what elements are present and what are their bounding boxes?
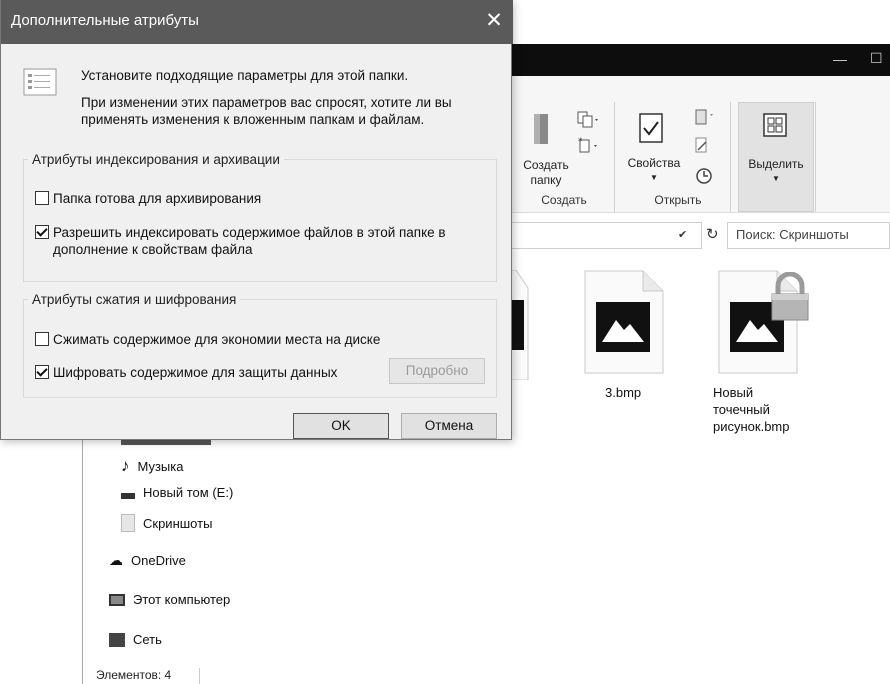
properties-icon[interactable]	[638, 112, 664, 146]
properties-dropdown-arrow[interactable]: ▼	[648, 170, 660, 185]
new-folder-label[interactable]: Создать папку	[516, 158, 576, 188]
checkbox-label: Разрешить индексировать содержимое файло…	[53, 224, 446, 258]
select-dropdown-arrow: ▼	[772, 174, 780, 183]
open-icon[interactable]	[692, 108, 716, 130]
select-icon	[763, 113, 787, 137]
address-bar: ✔ ↻ Поиск: Скриншоты	[510, 222, 890, 250]
group-legend: Атрибуты сжатия и шифрования	[32, 292, 237, 307]
nav-item-this-pc[interactable]: Этот компьютер	[109, 592, 230, 607]
intro-text: применять изменения к вложенным папкам и…	[81, 112, 425, 127]
checkbox-label: Сжимать содержимое для экономии места на…	[53, 332, 381, 347]
ribbon-separator	[815, 102, 816, 212]
drive-icon	[121, 492, 135, 499]
new-item-icon[interactable]: *	[576, 136, 602, 156]
copy-path-icon[interactable]	[576, 110, 602, 132]
svg-text:*: *	[578, 137, 583, 147]
computer-icon	[109, 593, 125, 606]
file-name-line2: точечный	[713, 402, 770, 417]
intro-text: Установите подходящие параметры для этой…	[81, 68, 409, 83]
address-field[interactable]: ✔	[510, 222, 702, 249]
group-create-label: Создать	[541, 193, 587, 207]
search-input[interactable]: Поиск: Скриншоты	[727, 222, 890, 249]
dialog-title: Дополнительные атрибуты	[11, 12, 199, 29]
nav-item-network[interactable]: Сеть	[109, 632, 162, 647]
encrypt-checkbox[interactable]	[35, 365, 49, 379]
new-folder-label-line1: Создать	[523, 158, 569, 172]
nav-item-label: Скриншоты	[143, 515, 213, 531]
file-thumbnail-partial[interactable]	[510, 270, 534, 380]
checkbox-label-line1: Разрешить индексировать содержимое файло…	[53, 225, 446, 240]
file-name-line1: Новый	[713, 385, 754, 400]
index-checkbox-row[interactable]: Разрешить индексировать содержимое файло…	[35, 224, 446, 258]
file-name[interactable]: Новый точечный рисунок.bmp	[713, 384, 790, 435]
file-thumbnail-3bmp[interactable]	[584, 270, 664, 374]
status-divider	[199, 668, 200, 684]
music-note-icon: ♪	[121, 456, 130, 475]
edit-icon[interactable]	[692, 136, 716, 156]
select-label: Выделить	[748, 157, 804, 171]
lock-icon	[771, 272, 809, 321]
nav-item-partial[interactable]	[121, 440, 211, 445]
ribbon-separator	[614, 102, 615, 212]
folder-icon	[121, 514, 135, 532]
attributes-list-icon	[23, 68, 57, 96]
nav-item-new-volume[interactable]: Новый том (E:)	[121, 485, 233, 500]
index-archive-group: Атрибуты индексирования и архивации	[23, 152, 497, 282]
nav-item-label: Новый том (E:)	[143, 485, 234, 500]
group-legend: Атрибуты индексирования и архивации	[32, 152, 280, 167]
nav-item-label: Музыка	[137, 458, 184, 474]
network-icon	[109, 632, 125, 647]
details-button[interactable]: Подробно	[389, 358, 485, 384]
intro-text: При изменении этих параметров вас спрося…	[81, 95, 452, 110]
compress-checkbox[interactable]	[35, 332, 49, 346]
cloud-icon: ☁	[109, 552, 123, 568]
nav-item-onedrive[interactable]: ☁ OneDrive	[109, 552, 186, 569]
file-name-line3: рисунок.bmp	[713, 419, 790, 434]
file-name[interactable]: 3.bmp	[605, 384, 641, 401]
status-text: Элементов: 4	[96, 668, 172, 682]
checkbox-label: Шифровать содержимое для защиты данных	[53, 365, 338, 380]
navigation-pane: ♪ Музыка Новый том (E:) Скриншоты ☁ OneD…	[82, 440, 262, 684]
ok-button[interactable]: OK	[293, 413, 389, 439]
close-icon[interactable]: ✕	[479, 8, 509, 36]
advanced-attributes-dialog: Дополнительные атрибуты ✕ Установите под…	[0, 0, 513, 440]
refresh-icon[interactable]: ↻	[706, 225, 719, 243]
nav-item-label: Этот компьютер	[133, 592, 231, 607]
ribbon-separator	[730, 102, 731, 212]
index-checkbox[interactable]	[35, 225, 49, 239]
checkbox-label: Папка готова для архивирования	[53, 191, 262, 206]
group-open-label: Открыть	[654, 193, 702, 207]
nav-item-music[interactable]: ♪ Музыка	[121, 456, 183, 476]
properties-label[interactable]: Свойства	[622, 156, 686, 171]
nav-item-screenshots[interactable]: Скриншоты	[121, 514, 212, 532]
archive-checkbox[interactable]	[35, 191, 49, 205]
ribbon: * Создать папку Создать Свойства ▼ Откры…	[510, 76, 890, 213]
minimize-button[interactable]: —	[825, 48, 855, 72]
checkbox-label-line2: дополнение к свойствам файла	[53, 242, 253, 257]
encrypt-checkbox-row[interactable]: Шифровать содержимое для защиты данных	[35, 364, 337, 381]
compress-checkbox-row[interactable]: Сжимать содержимое для экономии места на…	[35, 331, 380, 348]
dialog-titlebar[interactable]: Дополнительные атрибуты ✕	[1, 0, 513, 44]
archive-checkbox-row[interactable]: Папка готова для архивирования	[35, 190, 261, 207]
new-folder-icon[interactable]	[530, 112, 556, 148]
chevron-down-icon[interactable]: ✔	[678, 228, 687, 241]
maximize-button[interactable]: ☐	[870, 46, 890, 72]
cancel-button[interactable]: Отмена	[401, 413, 497, 439]
new-folder-label-line2: папку	[530, 173, 562, 187]
history-icon[interactable]	[694, 166, 714, 186]
explorer-titlebar: — ☐	[510, 44, 890, 76]
nav-item-label: Сеть	[133, 632, 162, 647]
select-group[interactable]: Выделить ▼	[738, 102, 814, 212]
nav-item-label: OneDrive	[131, 553, 186, 568]
